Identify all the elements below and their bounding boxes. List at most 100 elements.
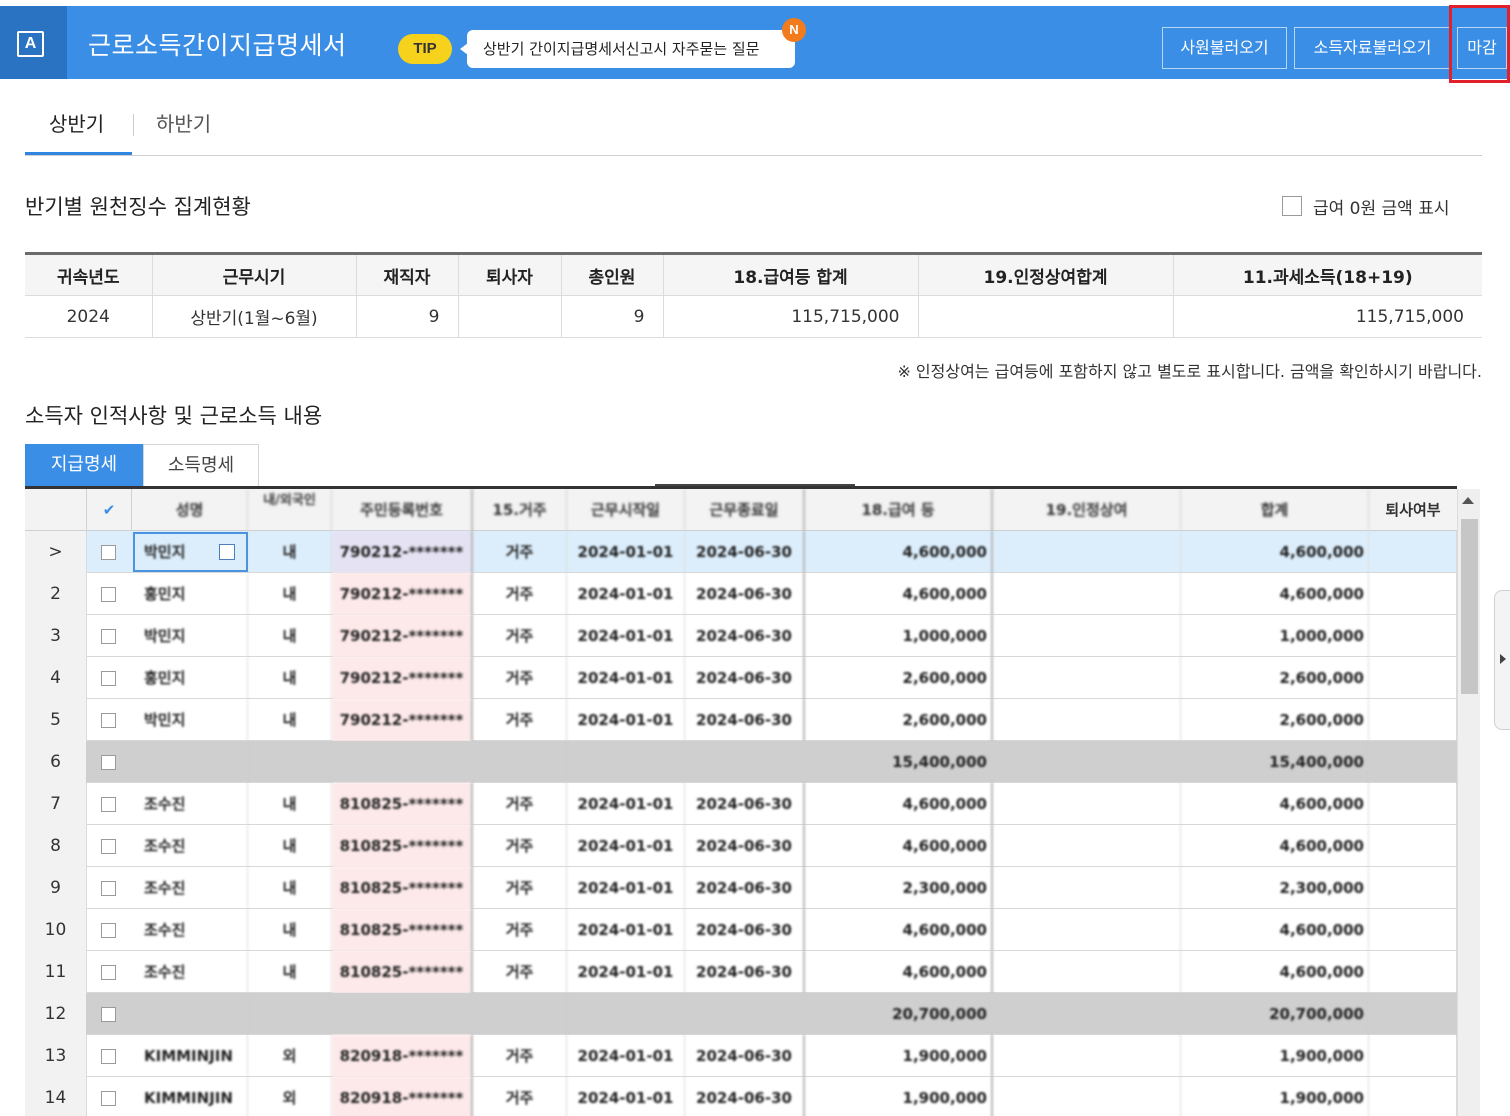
pay-cell[interactable]: 4,600,000 bbox=[805, 951, 993, 993]
nationality-cell[interactable]: 내 bbox=[248, 531, 332, 573]
total-cell[interactable]: 4,600,000 bbox=[1181, 573, 1369, 615]
ssn-cell[interactable]: 810825-******* bbox=[332, 825, 473, 867]
name-cell[interactable] bbox=[132, 741, 248, 783]
pay-cell[interactable]: 1,900,000 bbox=[805, 1077, 993, 1116]
nationality-cell[interactable]: 내 bbox=[248, 657, 332, 699]
retired-cell[interactable] bbox=[1369, 615, 1457, 657]
scroll-up-arrow-icon[interactable] bbox=[1462, 497, 1474, 504]
tip-faq-link[interactable]: 상반기 간이지급명세서신고시 자주묻는 질문 bbox=[460, 30, 795, 68]
start-date-cell[interactable]: 2024-01-01 bbox=[567, 909, 685, 951]
row-checkbox[interactable] bbox=[101, 587, 116, 602]
total-cell[interactable]: 2,600,000 bbox=[1181, 699, 1369, 741]
start-date-cell[interactable]: 2024-01-01 bbox=[567, 573, 685, 615]
residence-cell[interactable]: 거주 bbox=[473, 573, 567, 615]
total-cell[interactable]: 2,300,000 bbox=[1181, 867, 1369, 909]
zero-amount-toggle[interactable]: 급여 0원 금액 표시 bbox=[1282, 195, 1450, 219]
nationality-cell[interactable]: 내 bbox=[248, 783, 332, 825]
nationality-cell[interactable]: 내 bbox=[248, 615, 332, 657]
row-checkbox[interactable] bbox=[101, 1007, 116, 1022]
pay-cell[interactable]: 2,600,000 bbox=[805, 657, 993, 699]
total-cell[interactable]: 4,600,000 bbox=[1181, 783, 1369, 825]
total-cell[interactable]: 1,900,000 bbox=[1181, 1077, 1369, 1116]
bonus-cell[interactable] bbox=[993, 951, 1181, 993]
row-checkbox[interactable] bbox=[101, 1049, 116, 1064]
table-row[interactable]: 2 홍민지 내 790212-******* 거주 2024-01-01 2024-06-3… bbox=[25, 573, 1457, 615]
bonus-cell[interactable] bbox=[993, 783, 1181, 825]
side-panel-toggle[interactable] bbox=[1494, 590, 1510, 730]
end-date-cell[interactable]: 2024-06-30 bbox=[685, 1035, 805, 1077]
nationality-cell[interactable]: 외 bbox=[248, 1035, 332, 1077]
row-checkbox[interactable] bbox=[101, 965, 116, 980]
tab-payment-detail[interactable]: 지급명세 bbox=[25, 444, 143, 486]
residence-cell[interactable]: 거주 bbox=[473, 951, 567, 993]
ssn-cell[interactable]: 810825-******* bbox=[332, 783, 473, 825]
tab-first-half[interactable]: 상반기 bbox=[49, 108, 104, 137]
start-date-cell[interactable]: 2024-01-01 bbox=[567, 699, 685, 741]
residence-cell[interactable]: 거주 bbox=[473, 825, 567, 867]
row-checkbox[interactable] bbox=[101, 755, 116, 770]
pay-cell[interactable]: 2,600,000 bbox=[805, 699, 993, 741]
search-icon[interactable] bbox=[219, 544, 235, 560]
total-cell[interactable]: 4,600,000 bbox=[1181, 951, 1369, 993]
residence-cell[interactable]: 거주 bbox=[473, 1077, 567, 1116]
pay-cell[interactable]: 4,600,000 bbox=[805, 573, 993, 615]
name-cell[interactable]: 조수진 bbox=[132, 909, 248, 951]
nationality-cell[interactable]: 내 bbox=[248, 573, 332, 615]
nationality-cell[interactable]: 내 bbox=[248, 867, 332, 909]
nationality-cell[interactable] bbox=[248, 741, 332, 783]
table-row[interactable]: 9 조수진 내 810825-******* 거주 2024-01-01 2024-06-3… bbox=[25, 867, 1457, 909]
table-row[interactable]: > 박민지 내 790212-******* 거주 2024-01-01 2024-06-3… bbox=[25, 531, 1457, 573]
zero-amount-checkbox[interactable] bbox=[1282, 195, 1302, 216]
table-row[interactable]: 10 조수진 내 810825-******* 거주 2024-01-01 2024-06-… bbox=[25, 909, 1457, 951]
row-checkbox[interactable] bbox=[101, 839, 116, 854]
name-cell[interactable]: 조수진 bbox=[132, 867, 248, 909]
pay-cell[interactable]: 20,700,000 bbox=[805, 993, 993, 1035]
nationality-cell[interactable]: 내 bbox=[248, 825, 332, 867]
end-date-cell[interactable]: 2024-06-30 bbox=[685, 909, 805, 951]
name-cell[interactable]: 박민지 bbox=[132, 699, 248, 741]
bonus-cell[interactable] bbox=[993, 741, 1181, 783]
retired-cell[interactable] bbox=[1369, 531, 1457, 573]
pay-cell[interactable]: 4,600,000 bbox=[805, 825, 993, 867]
name-cell[interactable]: 홍민지 bbox=[132, 657, 248, 699]
residence-cell[interactable] bbox=[473, 993, 567, 1035]
end-date-cell[interactable]: 2024-06-30 bbox=[685, 951, 805, 993]
residence-cell[interactable]: 거주 bbox=[473, 909, 567, 951]
pay-cell[interactable]: 1,900,000 bbox=[805, 1035, 993, 1077]
tip-badge[interactable]: TIP bbox=[398, 34, 452, 64]
start-date-cell[interactable]: 2024-01-01 bbox=[567, 867, 685, 909]
ssn-cell[interactable]: 790212-******* bbox=[332, 531, 473, 573]
ssn-cell[interactable] bbox=[332, 993, 473, 1035]
start-date-cell[interactable]: 2024-01-01 bbox=[567, 825, 685, 867]
tab-second-half[interactable]: 하반기 bbox=[156, 108, 211, 137]
load-income-data-button[interactable]: 소득자료불러오기 bbox=[1294, 27, 1451, 69]
subtotal-row[interactable]: 12 20,700,000 20,700,000 bbox=[25, 993, 1457, 1035]
pay-cell[interactable]: 1,000,000 bbox=[805, 615, 993, 657]
pay-cell[interactable]: 15,400,000 bbox=[805, 741, 993, 783]
end-date-cell[interactable] bbox=[685, 993, 805, 1035]
nationality-cell[interactable]: 내 bbox=[248, 951, 332, 993]
ssn-cell[interactable]: 790212-******* bbox=[332, 657, 473, 699]
retired-cell[interactable] bbox=[1369, 993, 1457, 1035]
residence-cell[interactable] bbox=[473, 741, 567, 783]
ssn-cell[interactable]: 790212-******* bbox=[332, 699, 473, 741]
close-deadline-button[interactable]: 마감 bbox=[1457, 27, 1507, 69]
tab-income-detail[interactable]: 소득명세 bbox=[143, 444, 259, 486]
end-date-cell[interactable]: 2024-06-30 bbox=[685, 573, 805, 615]
total-cell[interactable]: 1,900,000 bbox=[1181, 1035, 1369, 1077]
nationality-cell[interactable]: 내 bbox=[248, 699, 332, 741]
bonus-cell[interactable] bbox=[993, 699, 1181, 741]
ssn-cell[interactable]: 820918-******* bbox=[332, 1035, 473, 1077]
residence-cell[interactable]: 거주 bbox=[473, 657, 567, 699]
residence-cell[interactable]: 거주 bbox=[473, 615, 567, 657]
table-row[interactable]: 7 조수진 내 810825-******* 거주 2024-01-01 2024-06-3… bbox=[25, 783, 1457, 825]
total-cell[interactable]: 4,600,000 bbox=[1181, 531, 1369, 573]
start-date-cell[interactable]: 2024-01-01 bbox=[567, 531, 685, 573]
end-date-cell[interactable]: 2024-06-30 bbox=[685, 867, 805, 909]
residence-cell[interactable]: 거주 bbox=[473, 699, 567, 741]
name-cell[interactable]: 조수진 bbox=[132, 951, 248, 993]
table-row[interactable]: 13 KIMMINJIN 외 820918-******* 거주 2024-01-01 20… bbox=[25, 1035, 1457, 1077]
ssn-cell[interactable]: 810825-******* bbox=[332, 951, 473, 993]
start-date-cell[interactable]: 2024-01-01 bbox=[567, 951, 685, 993]
total-cell[interactable]: 4,600,000 bbox=[1181, 825, 1369, 867]
